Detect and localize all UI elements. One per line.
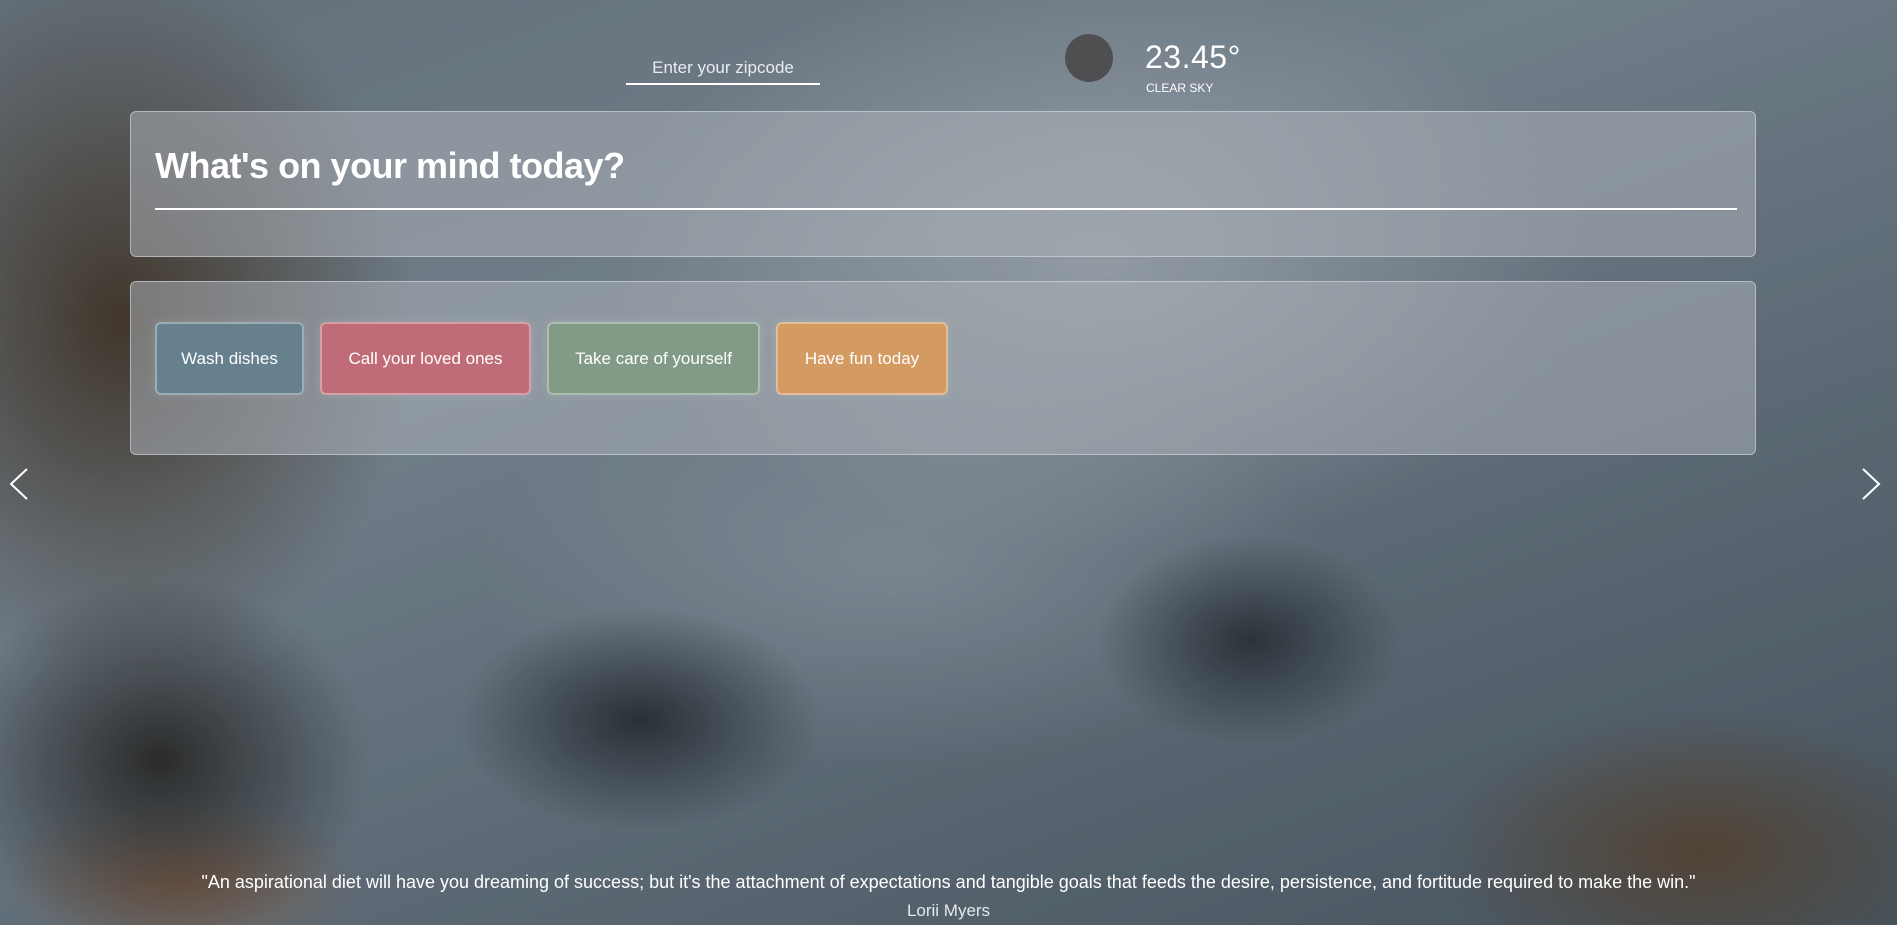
chevron-left-icon (9, 468, 28, 500)
tasks-panel: Wash dishes Call your loved ones Take ca… (130, 281, 1756, 455)
task-button-call-loved-ones[interactable]: Call your loved ones (320, 322, 531, 395)
weather-icon (1065, 34, 1113, 82)
next-button[interactable] (1855, 466, 1885, 502)
mind-panel (130, 111, 1756, 257)
task-button-have-fun[interactable]: Have fun today (776, 322, 948, 395)
zipcode-input[interactable] (626, 53, 820, 85)
previous-button[interactable] (5, 466, 35, 502)
chevron-right-icon (1862, 468, 1881, 500)
weather-condition: CLEAR SKY (1146, 81, 1214, 95)
quote-text: "An aspirational diet will have you drea… (201, 872, 1696, 892)
task-list: Wash dishes Call your loved ones Take ca… (155, 322, 948, 395)
temperature: 23.45° (1145, 39, 1241, 75)
quote-author: Lorii Myers (906, 901, 991, 920)
mind-input[interactable] (155, 140, 1737, 210)
task-button-wash-dishes[interactable]: Wash dishes (155, 322, 304, 395)
task-button-take-care[interactable]: Take care of yourself (547, 322, 760, 395)
